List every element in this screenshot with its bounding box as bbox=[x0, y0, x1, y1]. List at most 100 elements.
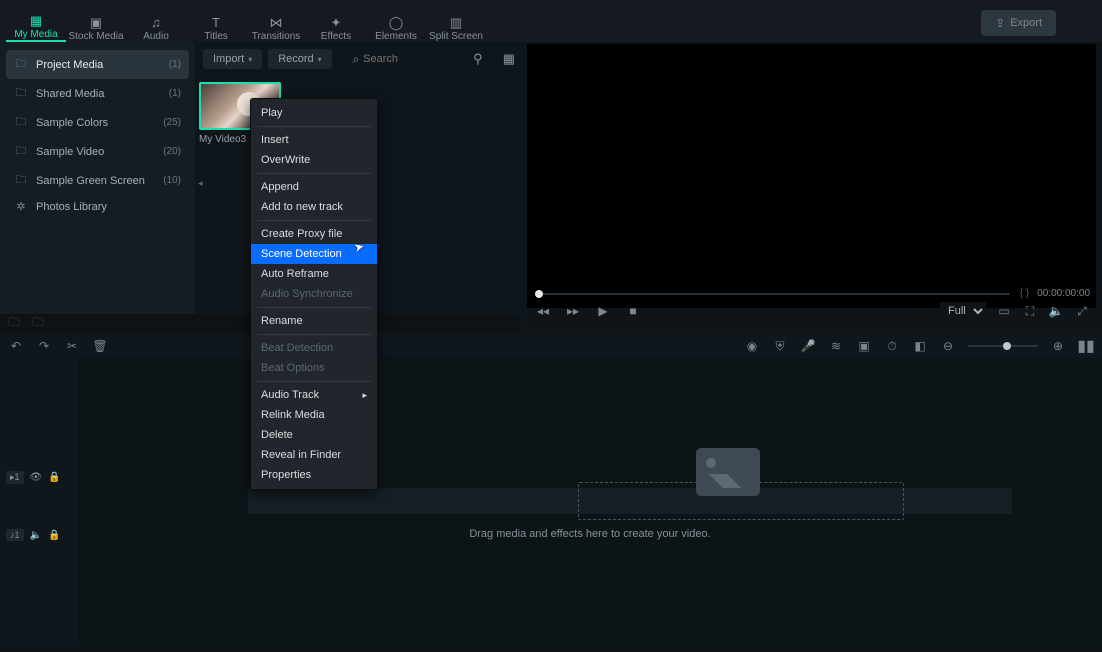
tab-label: Stock Media bbox=[68, 31, 123, 42]
top-tab-transitions[interactable]: ⋈Transitions bbox=[246, 4, 306, 42]
folder-up-icon[interactable]: 🗀 bbox=[8, 313, 20, 334]
export-button[interactable]: Export bbox=[981, 10, 1056, 36]
filter-icon[interactable]: ⚲ bbox=[473, 51, 483, 67]
ctx-delete[interactable]: Delete bbox=[251, 425, 377, 445]
chevron-right-icon: ▸ bbox=[362, 390, 367, 401]
media-tools: Import Record ⌕ ⚲ ▦ bbox=[195, 42, 527, 74]
display-icon[interactable]: ▭ bbox=[996, 303, 1012, 319]
ctx-insert[interactable]: Insert bbox=[251, 130, 377, 150]
top-tab-titles[interactable]: T Titles bbox=[186, 4, 246, 42]
preview-screen[interactable] bbox=[527, 44, 1096, 308]
audio-track-header[interactable]: ♪1 🔈 🔒 bbox=[0, 506, 78, 564]
ctx-separator bbox=[257, 173, 371, 174]
stock-media-icon: ▣ bbox=[88, 15, 104, 29]
search-input[interactable] bbox=[363, 53, 453, 65]
ctx-properties[interactable]: Properties bbox=[251, 465, 377, 485]
ctx-rename[interactable]: Rename bbox=[251, 311, 377, 331]
snapshot-icon[interactable]: ⛶ bbox=[1022, 303, 1038, 319]
scrub-playhead[interactable] bbox=[535, 290, 543, 298]
stop-icon[interactable]: ■ bbox=[625, 303, 641, 319]
eye-icon[interactable]: 👁 bbox=[30, 472, 43, 483]
ctx-separator bbox=[257, 381, 371, 382]
ctx-beat-detection: Beat Detection bbox=[251, 338, 377, 358]
color-icon[interactable]: ◧ bbox=[912, 338, 928, 354]
sidebar-item-count: (25) bbox=[163, 117, 181, 128]
ctx-reveal-in-finder[interactable]: Reveal in Finder bbox=[251, 445, 377, 465]
next-frame-icon[interactable]: ▸▸ bbox=[565, 303, 581, 319]
sidebar-item-project-media[interactable]: 🗀Project Media(1) bbox=[6, 50, 189, 79]
scrub-bar[interactable] bbox=[535, 293, 1010, 295]
import-button[interactable]: Import bbox=[203, 49, 262, 69]
marker-icon[interactable]: ⛨ bbox=[772, 338, 788, 354]
folder-new-icon[interactable]: 🗀 bbox=[32, 313, 44, 334]
transitions-icon: ⋈ bbox=[268, 15, 284, 29]
sidebar-item-shared-media[interactable]: 🗀Shared Media(1) bbox=[6, 79, 189, 108]
grid-view-icon[interactable]: ▦ bbox=[503, 51, 515, 67]
tab-label: Elements bbox=[375, 31, 417, 42]
ctx-separator bbox=[257, 307, 371, 308]
volume-icon[interactable]: 🔈 bbox=[1048, 303, 1064, 319]
record-button[interactable]: Record bbox=[268, 49, 331, 69]
collapse-sidebar-icon[interactable]: ◂ bbox=[198, 178, 203, 189]
folder-icon: 🗀 bbox=[14, 142, 28, 161]
top-tab-audio[interactable]: ♫Audio bbox=[126, 4, 186, 42]
sidebar-item-count: (20) bbox=[163, 146, 181, 157]
sidebar-item-sample-green-screen[interactable]: 🗀Sample Green Screen(10) bbox=[6, 166, 189, 195]
render-icon[interactable]: ◉ bbox=[744, 338, 760, 354]
delete-icon[interactable]: 🗑 bbox=[92, 338, 108, 354]
ctx-separator bbox=[257, 126, 371, 127]
redo-icon[interactable]: ↷ bbox=[36, 338, 52, 354]
top-tab-effects[interactable]: ✦ Effects bbox=[306, 4, 366, 42]
zoom-out-icon[interactable]: ⊖ bbox=[940, 338, 956, 354]
timecode: 00:00:00:00 bbox=[1037, 288, 1090, 299]
preview-panel bbox=[527, 42, 1102, 322]
fullscreen-icon[interactable]: ⤢ bbox=[1074, 303, 1090, 319]
tab-label: Titles bbox=[204, 31, 228, 42]
ctx-auto-reframe[interactable]: Auto Reframe bbox=[251, 264, 377, 284]
top-tab-stock-media[interactable]: ▣ Stock Media bbox=[66, 4, 126, 42]
timeline-tracks[interactable]: Drag media and effects here to create yo… bbox=[78, 358, 1102, 646]
speed-icon[interactable]: ⏱ bbox=[884, 338, 900, 354]
top-tab-my-media[interactable]: ▦My Media bbox=[6, 4, 66, 42]
voiceover-icon[interactable]: 🎤 bbox=[800, 338, 816, 354]
undo-icon[interactable]: ↶ bbox=[8, 338, 24, 354]
split-screen-icon: ▥ bbox=[448, 15, 464, 29]
mute-icon[interactable]: 🔈 bbox=[30, 530, 42, 541]
effects-icon: ✦ bbox=[328, 15, 344, 29]
mixer-icon[interactable]: ≋ bbox=[828, 338, 844, 354]
ctx-beat-options: Beat Options bbox=[251, 358, 377, 378]
top-tab-elements[interactable]: ◯ Elements bbox=[366, 4, 426, 42]
sidebar-item-sample-colors[interactable]: 🗀Sample Colors(25) bbox=[6, 108, 189, 137]
ctx-play[interactable]: Play bbox=[251, 103, 377, 123]
zoom-slider[interactable] bbox=[968, 345, 1038, 347]
upper-panels: 🗀Project Media(1)🗀Shared Media(1)🗀Sample… bbox=[0, 42, 1102, 322]
ctx-overwrite[interactable]: OverWrite bbox=[251, 150, 377, 170]
lock-icon[interactable]: 🔒 bbox=[48, 530, 60, 541]
sidebar-item-label: Sample Colors bbox=[36, 117, 108, 129]
cut-icon[interactable]: ✂ bbox=[64, 338, 80, 354]
prev-frame-icon[interactable]: ◂◂ bbox=[535, 303, 551, 319]
ctx-relink-media[interactable]: Relink Media bbox=[251, 405, 377, 425]
sidebar-item-sample-video[interactable]: 🗀Sample Video(20) bbox=[6, 137, 189, 166]
crop-icon[interactable]: ▣ bbox=[856, 338, 872, 354]
sidebar-item-label: Photos Library bbox=[36, 201, 107, 213]
tab-label: Effects bbox=[321, 31, 351, 42]
ctx-separator bbox=[257, 334, 371, 335]
ctx-append[interactable]: Append bbox=[251, 177, 377, 197]
timeline-view-icon[interactable]: ▮▮ bbox=[1078, 338, 1094, 354]
tab-label: Split Screen bbox=[429, 31, 483, 42]
top-tab-split-screen[interactable]: ▥ Split Screen bbox=[426, 4, 486, 42]
sidebar-item-photos-library[interactable]: ✲Photos Library bbox=[6, 195, 189, 218]
ctx-audio-track[interactable]: Audio Track▸ bbox=[251, 385, 377, 405]
preview-quality-select[interactable]: Full bbox=[940, 302, 986, 320]
playback-controls: ◂◂ ▸▸ ▶ ■ Full ▭ ⛶ 🔈 ⤢ bbox=[527, 299, 1098, 320]
zoom-in-icon[interactable]: ⊕ bbox=[1050, 338, 1066, 354]
zoom-thumb[interactable] bbox=[1003, 342, 1011, 350]
elements-icon: ◯ bbox=[388, 15, 404, 29]
play-icon[interactable]: ▶ bbox=[595, 303, 611, 319]
titles-icon: T bbox=[208, 15, 224, 29]
video-track-header[interactable]: ▸1 👁 🔒 bbox=[0, 448, 78, 506]
timecode-braces: { } bbox=[1020, 288, 1029, 299]
lock-icon[interactable]: 🔒 bbox=[48, 472, 60, 483]
ctx-add-to-new-track[interactable]: Add to new track bbox=[251, 197, 377, 217]
